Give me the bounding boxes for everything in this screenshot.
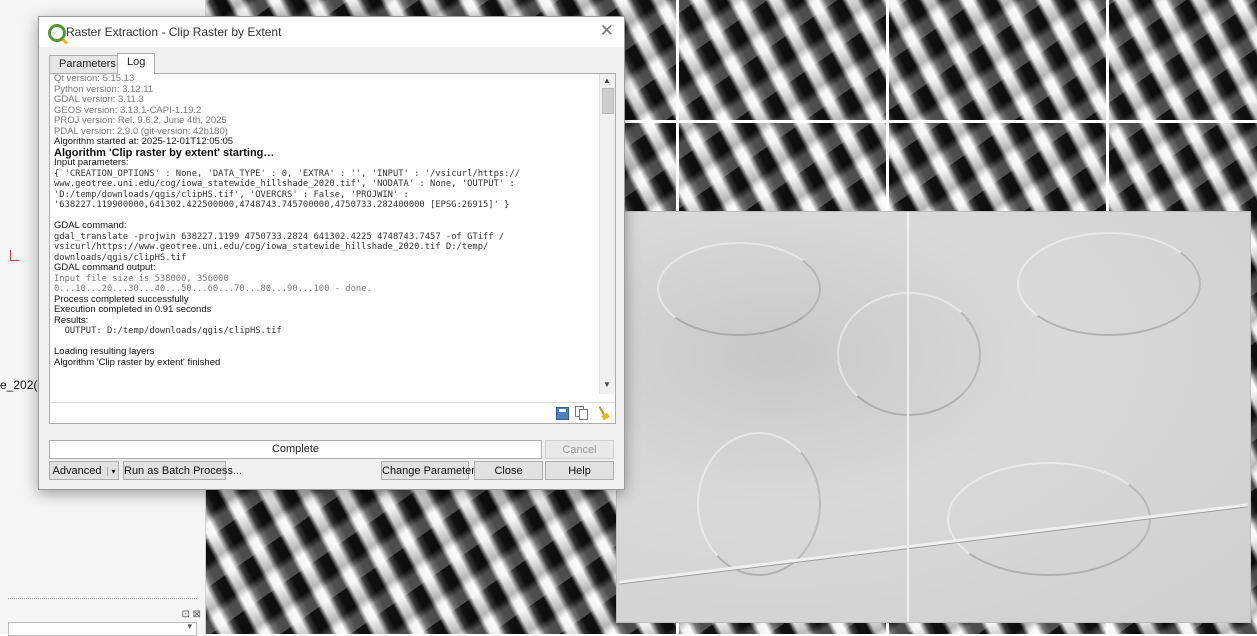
log-line: Input parameters: (54, 157, 129, 168)
panel-divider (8, 598, 197, 599)
scroll-down-icon[interactable]: ▾ (187, 621, 192, 632)
log-panel: Qt version: 5.15.13 Python version: 3.12.… (49, 73, 616, 424)
log-line: 0...10...20...30...40...50...60...70...8… (54, 284, 372, 294)
save-log-icon[interactable] (556, 407, 569, 420)
log-line: www.geotree.uni.edu/cog/iowa_statewide_h… (54, 179, 515, 189)
close-button[interactable]: Close (474, 461, 543, 480)
advanced-button-label: Advanced (52, 465, 102, 477)
help-button[interactable]: Help (545, 461, 614, 480)
dock-controls-icon[interactable]: ⊡ ⊠ (181, 609, 201, 620)
layer-name-truncated[interactable]: e_202( (0, 378, 37, 392)
clipped-road (907, 212, 909, 622)
clear-log-icon[interactable] (596, 406, 609, 419)
clipped-raster-layer[interactable] (616, 211, 1251, 623)
close-icon[interactable]: ✕ (600, 21, 614, 41)
log-scrollbar[interactable]: ▲ ▼ (599, 74, 615, 394)
log-line: 'D:/temp/downloads/qgis/clipHS.tif', 'OV… (54, 189, 409, 200)
scroll-up-icon[interactable]: ▲ (603, 76, 611, 85)
log-line: Execution completed in 0.91 seconds (54, 304, 212, 315)
copy-log-icon[interactable] (575, 406, 588, 420)
log-line: gdal_translate -projwin 638227.1199 4750… (54, 231, 505, 242)
run-batch-button[interactable]: Run as Batch Process... (123, 461, 242, 480)
log-line: Results: (54, 314, 89, 326)
change-parameters-button[interactable]: Change Parameters (381, 461, 480, 480)
chevron-down-icon[interactable]: ▾ (107, 467, 116, 476)
clip-raster-dialog: Raster Extraction - Clip Raster by Exten… (38, 16, 625, 490)
layer-icon[interactable] (10, 250, 19, 261)
log-line: vsicurl/https://www.geotree.uni.edu/cog/… (54, 242, 489, 252)
dialog-title: Raster Extraction - Clip Raster by Exten… (66, 25, 282, 39)
progress-bar: Complete (49, 440, 542, 459)
log-line: Input file size is 538000, 356000 (54, 273, 229, 284)
log-line: Qt version: 5.15.13 (54, 74, 135, 84)
scroll-down-icon[interactable]: ▼ (603, 380, 611, 389)
log-line: GDAL version: 3.11.3 (54, 94, 144, 105)
log-line: Loading resulting layers (54, 346, 155, 357)
log-line: GDAL command output: (54, 262, 156, 273)
log-line: Algorithm started at: 2025-12-01T12:05:0… (54, 136, 234, 147)
log-line: { 'CREATION_OPTIONS' : None, 'DATA_TYPE'… (54, 168, 521, 179)
scroll-thumb[interactable] (602, 88, 614, 114)
log-line: Algorithm 'Clip raster by extent' starti… (54, 146, 275, 159)
log-line: OUTPUT: D:/temp/downloads/qgis/clipHS.ti… (54, 326, 282, 336)
tab-log[interactable]: Log (117, 53, 156, 74)
qgis-logo-icon (48, 24, 66, 42)
terrain-feature (837, 292, 981, 416)
cancel-button[interactable]: Cancel (545, 440, 614, 459)
terrain-feature (1017, 232, 1201, 336)
log-line: PROJ version: Rel. 9.6.2, June 4th, 2025 (54, 115, 227, 126)
log-toolbar (50, 402, 615, 423)
log-line: GDAL command: (54, 220, 127, 231)
tab-parameters[interactable]: Parameters (49, 55, 126, 73)
terrain-feature (657, 242, 821, 336)
dialog-titlebar[interactable]: Raster Extraction - Clip Raster by Exten… (39, 17, 624, 47)
advanced-button[interactable]: Advanced ▾ (49, 461, 119, 480)
log-output[interactable]: Qt version: 5.15.13 Python version: 3.12.… (54, 74, 597, 392)
log-line: '638227.119900000,641302.422500000,47487… (54, 200, 510, 210)
terrain-feature (697, 432, 821, 576)
log-line: Algorithm 'Clip raster by extent' finish… (54, 356, 221, 368)
